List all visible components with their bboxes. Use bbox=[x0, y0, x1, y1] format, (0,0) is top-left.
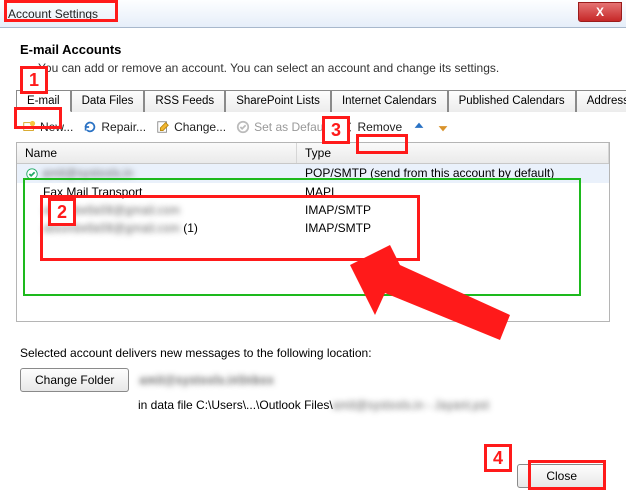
new-label: New... bbox=[40, 120, 73, 134]
repair-button[interactable]: Repair... bbox=[83, 120, 146, 134]
close-dialog-button[interactable]: Close bbox=[517, 464, 606, 488]
new-button[interactable]: New... bbox=[22, 120, 73, 134]
remove-label: Remove bbox=[357, 120, 402, 134]
close-button[interactable]: X bbox=[578, 2, 622, 22]
repair-label: Repair... bbox=[101, 120, 146, 134]
move-up-button[interactable] bbox=[412, 120, 426, 134]
annotation-marker-2: 2 bbox=[48, 198, 76, 226]
check-circle-icon bbox=[236, 120, 250, 134]
set-default-button[interactable]: Set as Default bbox=[236, 120, 329, 134]
delivery-datafile: amit@systools.in - Jayant.pst bbox=[333, 398, 489, 412]
list-header: Name Type bbox=[17, 143, 609, 164]
account-name-suffix: (1) bbox=[180, 221, 198, 235]
change-label: Change... bbox=[174, 120, 226, 134]
section-title: E-mail Accounts bbox=[20, 42, 610, 57]
dialog-buttons: Close bbox=[517, 464, 606, 488]
account-type: MAPI bbox=[297, 184, 609, 200]
delivery-datafile-prefix: in data file C:\Users\...\Outlook Files\ bbox=[138, 398, 333, 412]
annotation-marker-4: 4 bbox=[484, 444, 512, 472]
arrow-down-icon bbox=[436, 120, 450, 134]
change-icon bbox=[156, 120, 170, 134]
col-header-name[interactable]: Name bbox=[17, 143, 297, 163]
set-default-label: Set as Default bbox=[254, 120, 329, 134]
tab-internet-calendars[interactable]: Internet Calendars bbox=[331, 90, 448, 112]
annotation-marker-3: 3 bbox=[322, 116, 350, 144]
section-desc: You can add or remove an account. You ca… bbox=[38, 61, 610, 75]
delivery-label: Selected account delivers new messages t… bbox=[20, 346, 610, 360]
account-row[interactable]: alisonbella08@gmail.com IMAP/SMTP bbox=[17, 201, 609, 219]
account-name: amit@systools.in bbox=[42, 166, 133, 180]
tab-address-books[interactable]: Address Books bbox=[576, 90, 626, 112]
change-folder-button[interactable]: Change Folder bbox=[20, 368, 129, 392]
tab-strip: E-mail Data Files RSS Feeds SharePoint L… bbox=[16, 89, 610, 112]
new-icon bbox=[22, 120, 36, 134]
account-row[interactable]: alisonbella08@gmail.com (1) IMAP/SMTP bbox=[17, 219, 609, 237]
delivery-section: Selected account delivers new messages t… bbox=[20, 346, 610, 412]
annotation-marker-1: 1 bbox=[20, 66, 48, 94]
account-type: IMAP/SMTP bbox=[297, 220, 609, 236]
account-type: IMAP/SMTP bbox=[297, 202, 609, 218]
default-account-icon bbox=[25, 167, 39, 181]
account-row[interactable]: amit@systools.in POP/SMTP (send from thi… bbox=[17, 164, 609, 183]
tab-published-calendars[interactable]: Published Calendars bbox=[448, 90, 576, 112]
arrow-up-icon bbox=[412, 120, 426, 134]
account-list: Name Type amit@systools.in POP/SMTP (sen… bbox=[16, 142, 610, 322]
delivery-path: amit@systools.in\Inbox bbox=[139, 373, 273, 387]
tab-sharepoint-lists[interactable]: SharePoint Lists bbox=[225, 90, 331, 112]
dialog-body: E-mail Accounts You can add or remove an… bbox=[0, 28, 626, 422]
change-button[interactable]: Change... bbox=[156, 120, 226, 134]
account-name: Fax Mail Transport bbox=[43, 185, 142, 199]
window-title: Account Settings bbox=[8, 7, 98, 21]
tab-data-files[interactable]: Data Files bbox=[71, 90, 145, 112]
toolbar: New... Repair... Change... Set as Defaul… bbox=[16, 112, 610, 142]
titlebar: Account Settings X bbox=[0, 0, 626, 28]
move-down-button[interactable] bbox=[436, 120, 450, 134]
account-row[interactable]: Fax Mail Transport MAPI bbox=[17, 183, 609, 201]
account-type: POP/SMTP (send from this account by defa… bbox=[297, 165, 609, 182]
col-header-type[interactable]: Type bbox=[297, 143, 609, 163]
tab-rss-feeds[interactable]: RSS Feeds bbox=[144, 90, 225, 112]
repair-icon bbox=[83, 120, 97, 134]
